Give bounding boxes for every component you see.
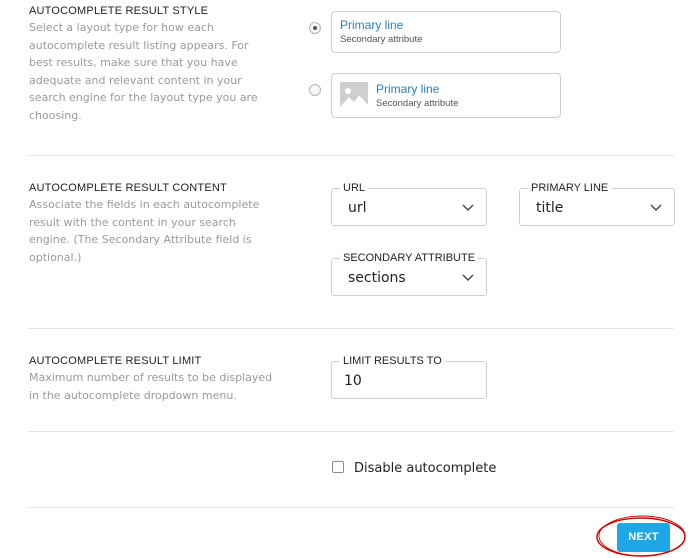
limit-section-description: Maximum number of results to be displaye… (29, 371, 273, 402)
section-divider (28, 431, 674, 432)
content-section-title: AUTOCOMPLETE RESULT CONTENT (29, 182, 227, 194)
layout-option-text-card[interactable]: Primary line Secondary attribute (331, 11, 561, 53)
chevron-down-icon (462, 274, 474, 281)
limit-results-value: 10 (344, 373, 362, 389)
style-section-title: AUTOCOMPLETE RESULT STYLE (29, 5, 209, 17)
limit-results-label: LIMIT RESULTS TO (340, 355, 445, 367)
chevron-down-icon (650, 204, 662, 211)
layout-option-image-radio[interactable] (309, 84, 321, 96)
option-primary-line: Primary line (340, 18, 404, 32)
primary-line-select-value: title (536, 200, 564, 216)
layout-option-text-radio[interactable] (309, 22, 321, 34)
secondary-attribute-select-label: SECONDARY ATTRIBUTE (340, 252, 479, 264)
url-select-value: url (348, 200, 367, 216)
style-section-description: Select a layout type for how each autoco… (29, 21, 258, 122)
content-section-description: Associate the fields in each autocomplet… (29, 198, 260, 264)
section-divider (28, 507, 674, 508)
image-placeholder-icon (340, 82, 368, 110)
disable-autocomplete-checkbox[interactable] (332, 461, 344, 473)
chevron-down-icon (462, 204, 474, 211)
option-secondary-attribute: Secondary attribute (340, 34, 423, 45)
secondary-attribute-select-value: sections (348, 270, 406, 286)
option-secondary-attribute: Secondary attribute (376, 98, 459, 109)
section-divider (28, 155, 674, 156)
primary-line-select-label: PRIMARY LINE (528, 182, 612, 194)
disable-autocomplete-label[interactable]: Disable autocomplete (354, 461, 496, 476)
url-select-label: URL (340, 182, 369, 194)
option-primary-line: Primary line (376, 82, 440, 96)
layout-option-image-card[interactable]: Primary line Secondary attribute (331, 73, 561, 118)
next-button[interactable]: NEXT (617, 523, 670, 552)
limit-section-title: AUTOCOMPLETE RESULT LIMIT (29, 355, 202, 367)
section-divider (28, 328, 674, 329)
